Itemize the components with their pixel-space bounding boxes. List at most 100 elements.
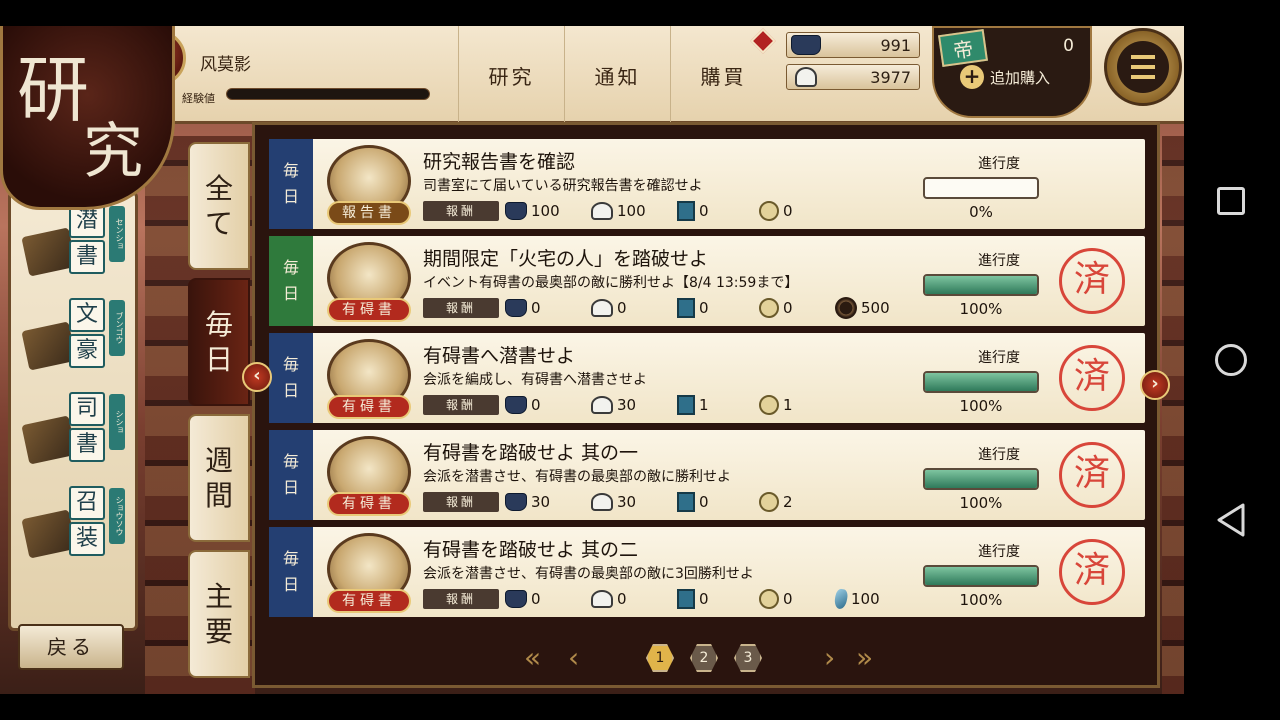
reward-value: 500	[861, 299, 890, 317]
next-page-icon[interactable]: ›	[824, 644, 835, 672]
progress-value: 100%	[959, 494, 1003, 512]
add-purchase-button[interactable]: + 追加購入	[960, 64, 1050, 90]
quest-type-label: 有碍書	[327, 589, 411, 613]
progress-bar	[923, 565, 1039, 587]
quest-description: 会派を潜書させ、有碍書の最奥部の敵に3回勝利せよ	[423, 566, 754, 582]
daily-tag-char: 日	[282, 575, 299, 594]
reward-extra: 500	[835, 296, 890, 320]
reward-value: 100	[531, 202, 560, 220]
quest-row[interactable]: 毎日有碍書 有碍書を踏破せよ 其の二 会派を潜書させ、有碍書の最奥部の敵に3回勝利せ…	[269, 527, 1145, 617]
tab-daily[interactable]: 毎 日	[188, 278, 250, 406]
nav-research-button[interactable]: 研究	[458, 26, 564, 124]
back-button[interactable]: 戻る	[18, 624, 124, 670]
reward-value: 0	[699, 202, 709, 220]
plus-icon: +	[960, 65, 984, 89]
screen: 階級 8 风莫影 経験値 研究 通知 購買 991 3977	[0, 0, 1280, 720]
back-triangle-icon[interactable]	[1217, 503, 1245, 537]
quest-row[interactable]: 毎日有碍書 有碍書を踏破せよ 其の一 会派を潜書させ、有碍書の最奥部の敵に勝利せよ報…	[269, 430, 1145, 520]
tab-char: 要	[204, 615, 233, 648]
reward-ink: 0	[505, 587, 541, 611]
reward-book: 0	[677, 587, 709, 611]
first-page-icon[interactable]: «	[524, 644, 541, 672]
daily-tag-char: 日	[282, 187, 299, 206]
reward-value: 0	[617, 299, 627, 317]
quest-panel: 毎日報告書 研究報告書を確認 司書室にて届いている研究報告書を確認せよ 報酬 100 10…	[252, 122, 1160, 688]
nav-research-label: 研究	[488, 64, 535, 89]
crystal-icon	[833, 588, 849, 610]
page-button[interactable]: 1	[646, 644, 674, 672]
quest-description: 会派を潜書させ、有碍書の最奥部の敵に勝利せよ	[423, 469, 731, 485]
ticket-icon: 帝	[937, 28, 989, 68]
page-button[interactable]: 3	[734, 644, 762, 672]
quest-row[interactable]: 毎日有碍書 有碍書へ潜書せよ 会派を編成し、有碍書へ潜書させよ 報酬 0 30 1 1 進行度 1…	[269, 333, 1145, 423]
top-bar: 階級 8 风莫影 経験値 研究 通知 購買 991 3977	[0, 26, 1184, 124]
reward-value: 0	[531, 299, 541, 317]
reward-rice: 30	[591, 393, 636, 417]
reward-value: 2	[783, 493, 793, 511]
rice-ball-icon	[591, 299, 613, 317]
nav-shop-button[interactable]: 購買	[670, 26, 776, 124]
progress-label: 進行度	[978, 156, 1020, 172]
ink-resource: 991	[786, 32, 920, 58]
tab-char: 全	[204, 172, 233, 205]
reward-label: 報酬	[423, 589, 499, 609]
prev-arrow-button[interactable]: ‹	[242, 362, 272, 392]
reward-value: 0	[699, 299, 709, 317]
recent-apps-icon[interactable]	[1217, 187, 1245, 215]
reward-rice: 0	[591, 587, 627, 611]
completed-stamp: 済	[1059, 442, 1125, 508]
progress-label: 進行度	[978, 253, 1020, 269]
android-nav-bar	[1184, 0, 1280, 720]
daily-tag-char: 毎	[282, 549, 299, 569]
sidebar-char: 装	[69, 522, 105, 556]
reward-rice: 0	[591, 296, 627, 320]
menu-line	[1131, 65, 1155, 69]
reward-ink: 0	[505, 393, 541, 417]
quest-title: 期間限定「火宅の人」を踏破せよ	[423, 248, 709, 270]
reward-book: 0	[677, 296, 709, 320]
reward-value: 30	[617, 396, 637, 414]
tab-main[interactable]: 主 要	[188, 550, 250, 678]
reward-value: 0	[531, 590, 541, 608]
sidebar-item-sensho[interactable]: 潜 書 センショ	[21, 204, 129, 288]
quest-type-label: 有碍書	[327, 492, 411, 516]
tab-weekly[interactable]: 週 間	[188, 414, 250, 542]
player-profile[interactable]: 階級 8 风莫影 経験値	[130, 30, 440, 105]
book-icon	[677, 298, 695, 318]
reward-value: 100	[617, 202, 646, 220]
home-icon[interactable]	[1215, 344, 1247, 376]
quest-row[interactable]: 毎日有碍書 期間限定「火宅の人」を踏破せよ イベント有碍書の最奥部の敵に勝利せよ【8…	[269, 236, 1145, 326]
progress-label: 進行度	[978, 447, 1020, 463]
reward-value: 1	[699, 396, 709, 414]
reward-value: 30	[617, 493, 637, 511]
quest-title: 研究報告書を確認	[423, 151, 576, 173]
daily-tag: 毎日	[269, 527, 313, 617]
reward-rice: 30	[591, 490, 636, 514]
pocket-watch-icon	[759, 395, 779, 415]
prev-page-icon[interactable]: ‹	[568, 644, 579, 672]
nav-notify-button[interactable]: 通知	[564, 26, 670, 124]
rice-value: 3977	[870, 68, 911, 87]
quest-row[interactable]: 毎日報告書 研究報告書を確認 司書室にて届いている研究報告書を確認せよ 報酬 100 10…	[269, 139, 1145, 229]
quest-description: 司書室にて届いている研究報告書を確認せよ	[423, 178, 703, 194]
progress-label: 進行度	[978, 350, 1020, 366]
page-button[interactable]: 2	[690, 644, 718, 672]
sidebar-item-bungo[interactable]: 文 豪 ブンゴウ	[21, 298, 129, 382]
research-logo: 研 究	[0, 26, 175, 210]
next-arrow-button[interactable]: ›	[1140, 370, 1170, 400]
sidebar-item-shousou[interactable]: 召 装 ショウソウ	[21, 486, 129, 570]
tab-all[interactable]: 全 て	[188, 142, 250, 270]
reward-ink: 30	[505, 490, 550, 514]
reward-label: 報酬	[423, 492, 499, 512]
quest-title: 有碍書を踏破せよ 其の一	[423, 442, 639, 464]
ink-value: 991	[880, 36, 911, 55]
last-page-icon[interactable]: »	[856, 644, 873, 672]
progress-fill	[925, 470, 1037, 488]
reward-label: 報酬	[423, 395, 499, 415]
sidebar-item-shisho[interactable]: 司 書 シショ	[21, 392, 129, 476]
pocket-watch-icon	[759, 589, 779, 609]
reward-value: 0	[783, 202, 793, 220]
daily-tag-char: 毎	[282, 452, 299, 472]
reward-label: 報酬	[423, 201, 499, 221]
main-menu-button[interactable]	[1104, 28, 1182, 106]
